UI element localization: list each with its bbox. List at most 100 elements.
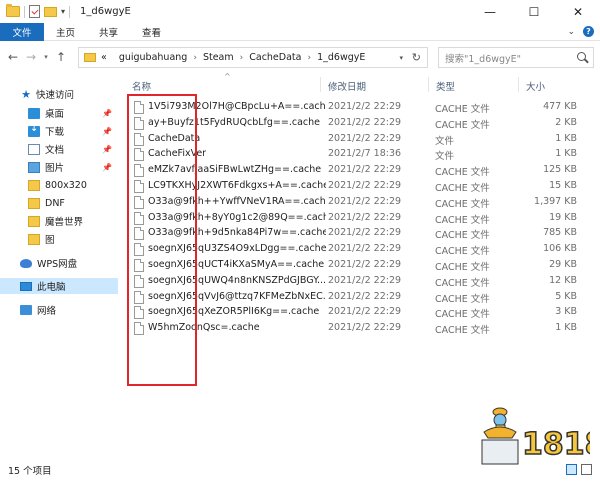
breadcrumb-item[interactable]: guigubahuang <box>119 52 188 63</box>
new-folder-icon[interactable] <box>44 6 57 17</box>
sidebar-item-wps-cloud[interactable]: WPS网盘 <box>0 255 118 271</box>
file-size: 15 KB <box>549 180 577 191</box>
file-row[interactable]: soegnXJ65qU3ZS4O9xLDgg==.cache 2021/2/2 2… <box>126 241 600 257</box>
pin-icon[interactable]: 📌 <box>102 109 112 118</box>
navigation-bar: ← → ▾ ↑ « guigubahuang › Steam › CacheDa… <box>0 42 600 72</box>
file-date: 2021/2/2 22:29 <box>328 306 402 318</box>
item-count: 15 个项目 <box>8 466 52 477</box>
tab-share[interactable]: 共享 <box>87 23 130 41</box>
breadcrumb-item[interactable]: Steam <box>203 52 234 63</box>
sort-ascending-icon: ^ <box>224 72 231 81</box>
breadcrumb-item[interactable]: CacheData <box>249 52 301 63</box>
file-size: 2 KB <box>555 116 577 128</box>
file-date: 2021/2/7 18:36 <box>328 148 402 160</box>
properties-icon[interactable] <box>29 5 40 18</box>
refresh-icon[interactable]: ↻ <box>412 51 421 64</box>
folder-icon <box>84 53 96 62</box>
folder-icon <box>6 4 20 17</box>
minimize-button[interactable]: — <box>468 0 512 23</box>
chevron-right-icon[interactable]: › <box>240 53 244 63</box>
sidebar-item-documents[interactable]: 文档 📌 <box>0 141 118 157</box>
column-divider[interactable] <box>428 77 429 92</box>
file-row[interactable]: soegnXJ65qVvJ6@ttzq7KFMeZbNxEC... 2021/2/… <box>126 289 600 305</box>
address-bar[interactable]: « guigubahuang › Steam › CacheData › 1_d… <box>78 47 428 68</box>
file-row[interactable]: CacheFixVer 2021/2/7 18:36 文件 1 KB <box>126 146 600 162</box>
sidebar-item-label: 下载 <box>45 127 65 138</box>
sidebar-item-pictures-folder[interactable]: 图 <box>0 231 118 247</box>
pin-icon[interactable]: 📌 <box>102 163 112 172</box>
sidebar-item-quick-access[interactable]: ★ 快速访问 <box>0 86 118 102</box>
file-size: 106 KB <box>543 243 577 255</box>
column-header-size[interactable]: 大小 <box>526 79 545 93</box>
quick-access-toolbar: ▾ <box>0 4 71 18</box>
file-row[interactable]: W5hmZoonQsc=.cache 2021/2/2 22:29 CACHE 文件… <box>126 320 600 336</box>
column-header-name[interactable]: 名称 <box>132 79 151 93</box>
file-row[interactable]: soegnXJ65qUCT4iKXaSMyA==.cache 2021/2/2 2… <box>126 257 600 273</box>
tab-file[interactable]: 文件 <box>0 22 44 41</box>
file-row[interactable]: eMZk7avfjaaSiFBwLwtZHg==.cache 2021/2/2 2… <box>126 162 600 178</box>
file-date: 2021/2/2 22:29 <box>328 290 402 302</box>
sidebar-item-label: 桌面 <box>45 109 65 120</box>
file-row[interactable]: LC9TKXHyJ2XWT6Fdkgxs+A==.cache 2021/2/2 2… <box>126 178 600 194</box>
expand-ribbon-icon[interactable]: ⌄ <box>567 27 575 37</box>
sidebar-item-label: 网络 <box>37 306 57 317</box>
column-header-type[interactable]: 类型 <box>436 79 455 93</box>
customize-toolbar-icon[interactable]: ▾ <box>61 7 65 16</box>
cloud-icon <box>20 258 32 268</box>
back-arrow-icon[interactable]: ← <box>4 50 22 64</box>
folder-icon <box>28 197 40 209</box>
file-row[interactable]: O33a@9fkh++YwffVNeV1RA==.cache 2021/2/2 2… <box>126 194 600 210</box>
sidebar-item-800x320[interactable]: 800x320 <box>0 177 118 193</box>
folder-icon <box>28 215 40 227</box>
ribbon-tabs: 文件 主页 共享 查看 ⌄ ? <box>0 22 600 41</box>
sidebar-item-world-of-warcraft[interactable]: 魔兽世界 <box>0 213 118 229</box>
file-row[interactable]: soegnXJ65qXeZOR5PlI6Kg==.cache 2021/2/2 2… <box>126 304 600 320</box>
file-row[interactable]: O33a@9fkh+8yY0g1c2@89Q==.cache 2021/2/2 2… <box>126 210 600 226</box>
file-date: 2021/2/2 22:29 <box>328 322 402 334</box>
file-row[interactable]: CacheData 2021/2/2 22:29 文件 1 KB <box>126 131 600 147</box>
sidebar-item-desktop[interactable]: 桌面 📌 <box>0 105 118 121</box>
file-row[interactable]: ay+Buyfz1t5FydRUQcbLfg==.cache 2021/2/2 2… <box>126 115 600 131</box>
sidebar-item-label: 魔兽世界 <box>45 217 84 228</box>
sidebar-item-downloads[interactable]: 下载 📌 <box>0 123 118 139</box>
pin-icon[interactable]: 📌 <box>102 127 112 136</box>
file-row[interactable]: O33a@9fkh+9d5nka84Pi7w==.cache 2021/2/2 2… <box>126 225 600 241</box>
maximize-button[interactable]: ☐ <box>512 0 556 23</box>
folder-icon <box>28 179 40 191</box>
file-date: 2021/2/2 22:29 <box>328 116 402 128</box>
close-button[interactable]: ✕ <box>556 0 600 23</box>
file-size: 19 KB <box>549 211 577 223</box>
file-date: 2021/2/2 22:29 <box>328 132 402 144</box>
file-type: CACHE 文件 <box>435 293 490 305</box>
forward-arrow-icon[interactable]: → <box>22 50 40 64</box>
file-date: 2021/2/2 22:29 <box>328 227 402 239</box>
breadcrumb-item[interactable]: 1_d6wgyE <box>317 52 365 63</box>
file-size: 12 KB <box>549 274 577 286</box>
column-divider[interactable] <box>518 77 519 92</box>
chevron-right-icon[interactable]: › <box>193 53 197 63</box>
file-row[interactable]: soegnXJ65qUWQ4n8nKNSZPdGJBGY... 2021/2/2 … <box>126 273 600 289</box>
sidebar-item-label: DNF <box>45 197 65 209</box>
file-row[interactable]: 1V5i793M2Ol7H@CBpcLu+A==.cache 2021/2/2 2… <box>126 99 600 115</box>
recent-locations-icon[interactable]: ▾ <box>40 53 52 61</box>
column-divider[interactable] <box>320 77 321 92</box>
pin-icon[interactable]: 📌 <box>102 145 112 154</box>
file-size: 1 KB <box>555 148 577 160</box>
help-icon[interactable]: ? <box>583 26 594 37</box>
tab-home[interactable]: 主页 <box>44 23 87 41</box>
star-icon: ★ <box>21 87 31 101</box>
search-input[interactable]: 搜索"1_d6wgyE" <box>438 47 594 68</box>
column-header-date[interactable]: 修改日期 <box>328 79 366 93</box>
up-arrow-icon[interactable]: ↑ <box>52 50 70 64</box>
sidebar-item-network[interactable]: 网络 <box>0 302 118 318</box>
sidebar-item-label: 800x320 <box>45 179 87 191</box>
chevron-down-icon[interactable]: ▾ <box>399 54 403 62</box>
file-date: 2021/2/2 22:29 <box>328 164 402 176</box>
search-icon[interactable] <box>577 52 586 61</box>
sidebar-item-pictures[interactable]: 图片 📌 <box>0 159 118 175</box>
chevron-right-icon[interactable]: › <box>307 53 311 63</box>
tab-view[interactable]: 查看 <box>130 23 173 41</box>
sidebar-item-this-pc[interactable]: 此电脑 <box>0 278 118 294</box>
sidebar-item-dnf[interactable]: DNF <box>0 195 118 211</box>
breadcrumb-overflow[interactable]: « <box>101 52 107 63</box>
